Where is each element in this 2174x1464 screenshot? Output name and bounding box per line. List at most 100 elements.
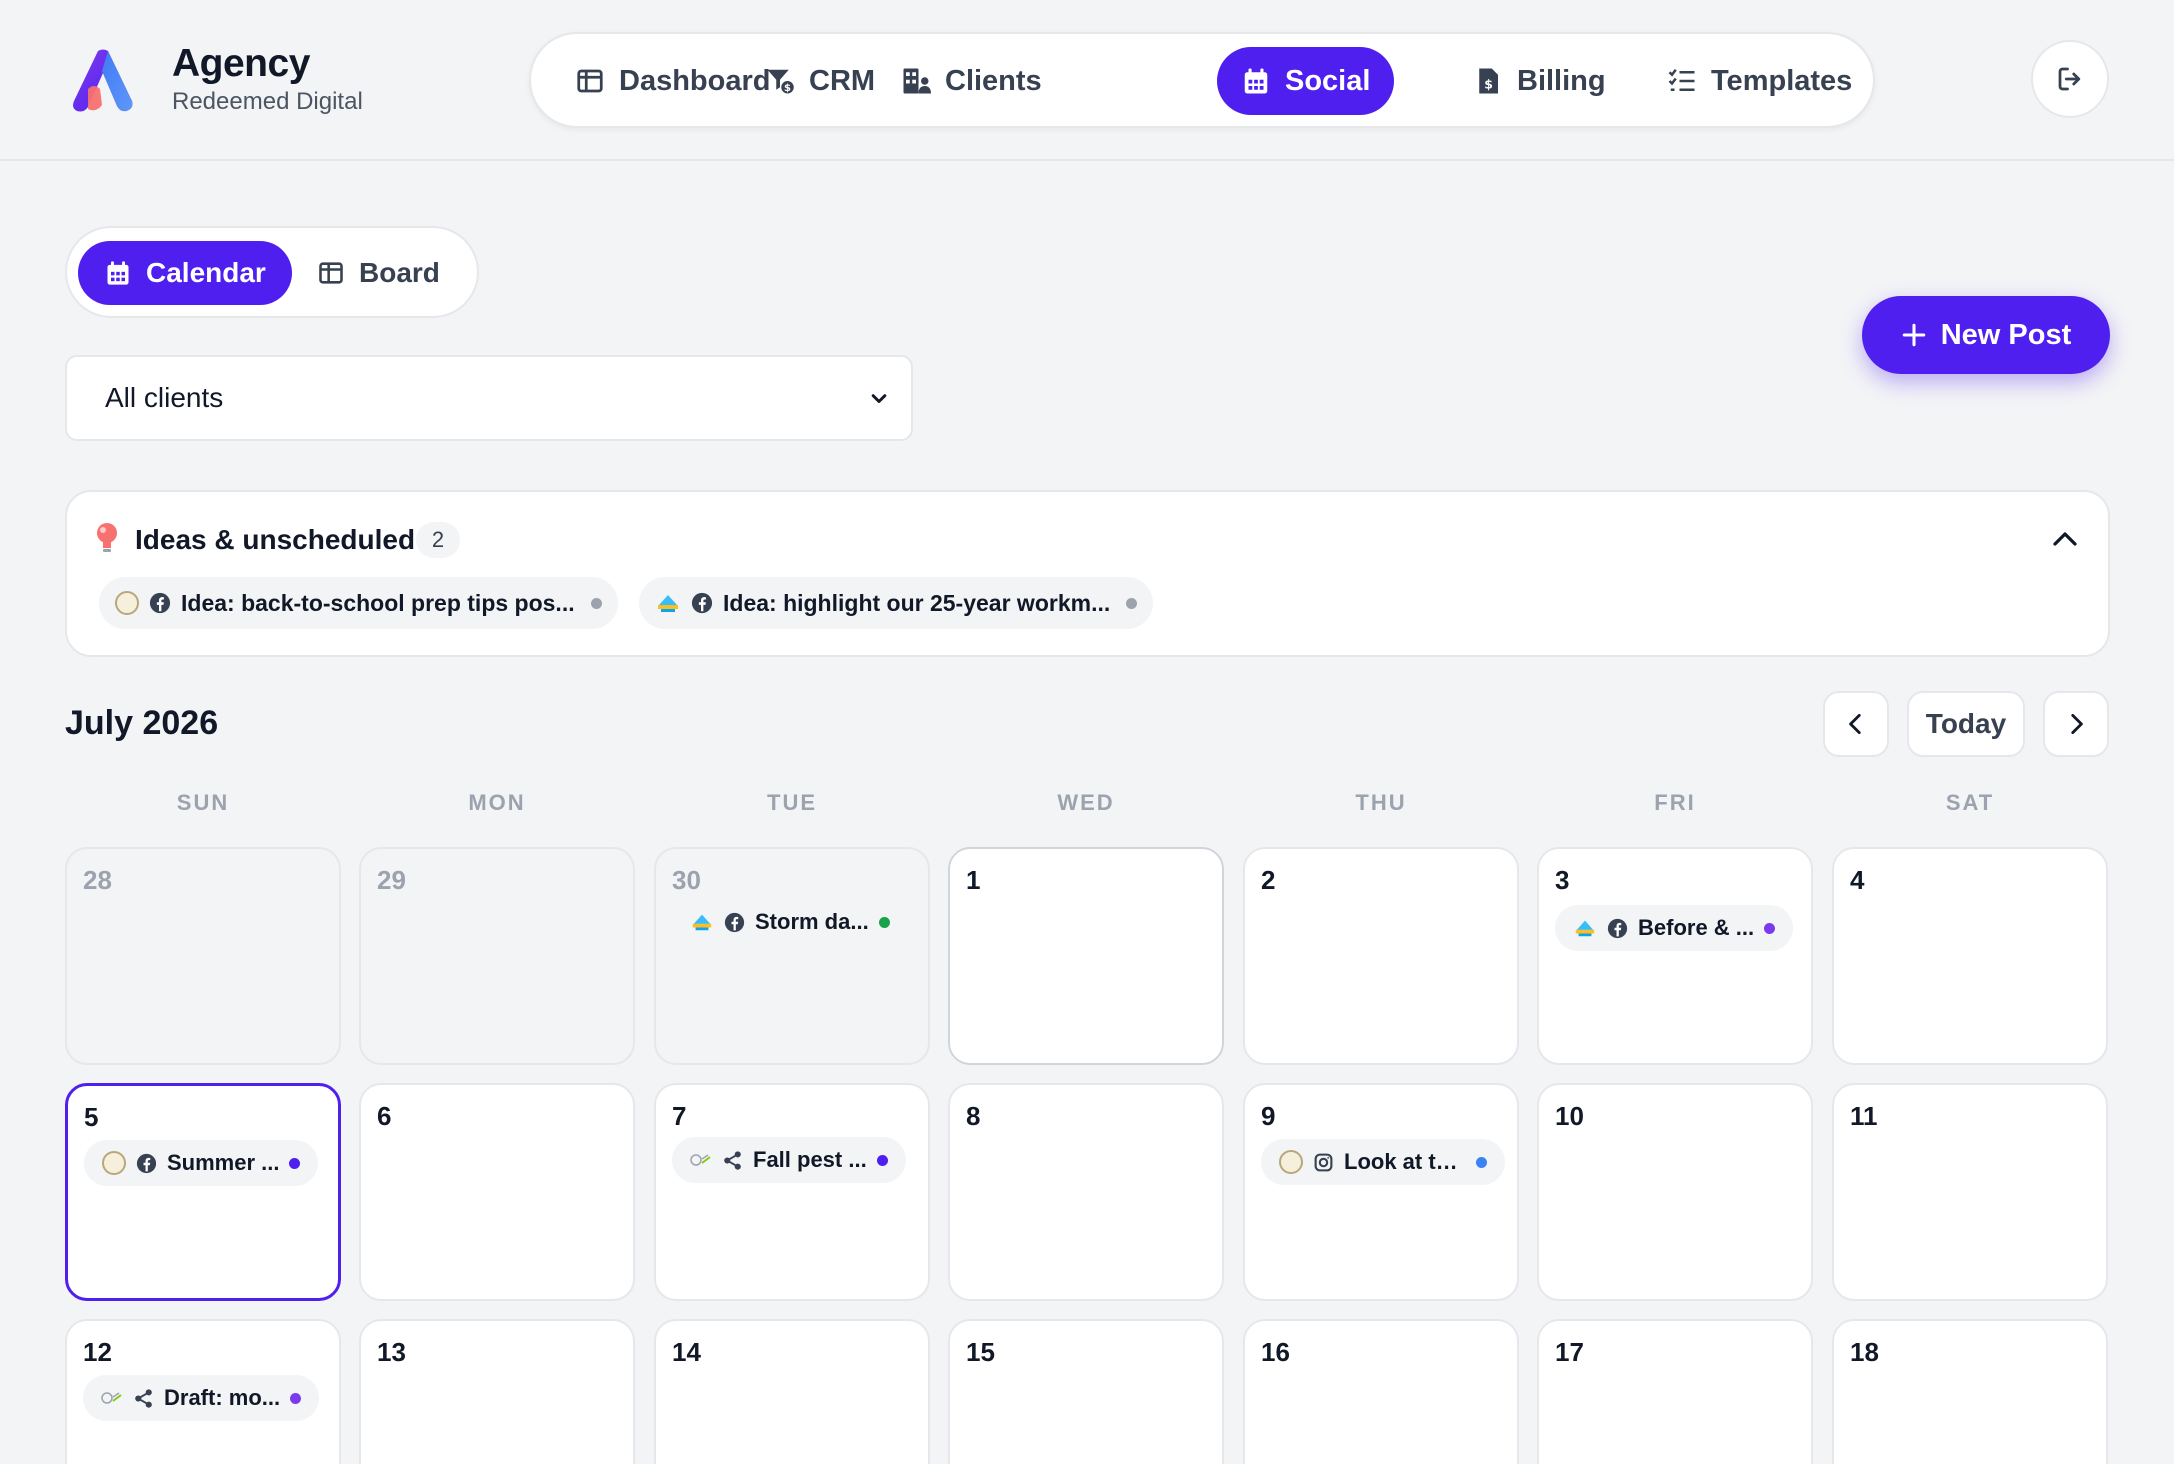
nav-billing[interactable]: $ Billing xyxy=(1449,47,1630,115)
calendar-day[interactable]: 1 xyxy=(948,847,1224,1065)
day-number: 18 xyxy=(1850,1337,1879,1367)
facebook-icon xyxy=(149,592,171,614)
post-chip[interactable]: Fall pest ... xyxy=(672,1137,906,1183)
day-number: 3 xyxy=(1555,865,1570,895)
facebook-icon xyxy=(724,912,745,933)
chevron-left-icon xyxy=(1843,711,1869,737)
client-avatar xyxy=(115,591,139,615)
new-post-button[interactable]: New Post xyxy=(1862,296,2110,374)
chevron-down-icon xyxy=(869,389,889,409)
nav-clients[interactable]: Clients xyxy=(877,47,1066,115)
calendar-day[interactable]: 6 xyxy=(359,1083,635,1301)
ideas-panel: Ideas & unscheduled 2 Idea: back-to-scho… xyxy=(65,490,2110,657)
calendar-day[interactable]: 9 Look at th... xyxy=(1243,1083,1519,1301)
post-chip-text: Summer ... xyxy=(167,1150,280,1175)
today-label: Today xyxy=(1925,708,2007,739)
previous-month-button[interactable] xyxy=(1823,691,1889,757)
calendar-day[interactable]: 29 xyxy=(359,847,635,1065)
post-chip[interactable]: Look at th... xyxy=(1261,1139,1505,1185)
post-chip-text: Draft: mo... xyxy=(164,1385,281,1410)
calendar-icon xyxy=(104,259,132,287)
client-filter-select[interactable]: All clients xyxy=(65,355,913,441)
building-user-icon xyxy=(901,66,931,96)
status-dot xyxy=(878,916,890,928)
facebook-icon xyxy=(691,592,713,614)
calendar-view-label: Calendar xyxy=(146,257,266,288)
chevron-up-icon[interactable] xyxy=(2050,524,2080,554)
nav-social[interactable]: Social xyxy=(1217,47,1395,115)
client-avatar xyxy=(102,1151,126,1175)
status-dot xyxy=(876,1154,888,1166)
calendar-view-tab[interactable]: Calendar xyxy=(78,241,292,305)
calendar-day[interactable]: 2 xyxy=(1243,847,1519,1065)
weekday-header: WED xyxy=(1057,790,1115,815)
instagram-icon xyxy=(1313,1152,1334,1173)
day-number: 7 xyxy=(672,1101,687,1131)
list-check-icon xyxy=(1667,66,1697,96)
day-number: 29 xyxy=(377,865,406,895)
post-chip[interactable]: Summer ... xyxy=(84,1140,319,1186)
day-number: 15 xyxy=(966,1337,995,1367)
month-title: July 2026 xyxy=(65,704,219,742)
post-chip[interactable]: Storm da... xyxy=(672,899,908,945)
post-chip-text: Fall pest ... xyxy=(753,1147,867,1172)
calendar-day[interactable]: 14 xyxy=(654,1319,930,1464)
calendar-day[interactable]: 4 xyxy=(1832,847,2108,1065)
today-button[interactable]: Today xyxy=(1907,691,2025,757)
nav-billing-label: Billing xyxy=(1517,64,1606,97)
funnel-dollar-icon: $ xyxy=(765,66,795,96)
calendar-day[interactable]: 8 xyxy=(948,1083,1224,1301)
new-post-label: New Post xyxy=(1940,318,2072,351)
day-number: 14 xyxy=(672,1337,701,1367)
calendar-day[interactable]: 12 Draft: mo... xyxy=(65,1319,341,1464)
nav-crm[interactable]: $ CRM xyxy=(741,47,899,115)
calendar-day[interactable]: 30 Storm da... xyxy=(654,847,930,1065)
ideas-count-badge: 2 xyxy=(416,522,460,558)
day-number: 11 xyxy=(1850,1101,1878,1131)
logout-button[interactable] xyxy=(2031,40,2109,118)
view-toggle: Calendar Board xyxy=(65,226,479,318)
svg-text:$: $ xyxy=(1484,77,1493,92)
weekday-header: MON xyxy=(468,790,526,815)
share-nodes-icon xyxy=(133,1388,154,1409)
calendar-day[interactable]: 28 xyxy=(65,847,341,1065)
client-logo-icon xyxy=(655,591,681,615)
board-icon xyxy=(317,259,345,287)
calendar-day[interactable]: 15 xyxy=(948,1319,1224,1464)
nav-templates-label: Templates xyxy=(1711,64,1853,97)
idea-chip[interactable]: Idea: highlight our 25-year workm... xyxy=(639,577,1154,629)
status-dot xyxy=(590,597,602,609)
post-chip-text: Storm da... xyxy=(755,909,869,934)
nav-templates[interactable]: Templates xyxy=(1643,47,1876,115)
calendar-day[interactable]: 13 xyxy=(359,1319,635,1464)
day-number: 16 xyxy=(1261,1337,1290,1367)
day-number: 10 xyxy=(1555,1101,1584,1131)
main-nav: Dashboard $ CRM Clients Social $ Billing xyxy=(529,32,1875,128)
calendar-day[interactable]: 3 Before & ... xyxy=(1537,847,1813,1065)
calendar-day[interactable]: 11 xyxy=(1832,1083,2108,1301)
post-chip[interactable]: Draft: mo... xyxy=(83,1375,320,1421)
calendar-day[interactable]: 10 xyxy=(1537,1083,1813,1301)
status-dot xyxy=(289,1157,301,1169)
idea-chip[interactable]: Idea: back-to-school prep tips pos... xyxy=(99,577,618,629)
brand-title: Agency xyxy=(172,42,310,85)
lightbulb-icon xyxy=(95,522,119,556)
calendar-day[interactable]: 17 xyxy=(1537,1319,1813,1464)
calendar-day[interactable]: 16 xyxy=(1243,1319,1519,1464)
agency-logo xyxy=(72,49,134,113)
weekday-header: SAT xyxy=(1945,790,1995,815)
calendar-day[interactable]: 7 Fall pest ... xyxy=(654,1083,930,1301)
svg-text:$: $ xyxy=(784,83,791,94)
status-dot xyxy=(1126,597,1138,609)
next-month-button[interactable] xyxy=(2043,691,2109,757)
nav-social-label: Social xyxy=(1285,64,1371,97)
calendar-day[interactable]: 18 xyxy=(1832,1319,2108,1464)
board-view-tab[interactable]: Board xyxy=(291,241,466,305)
day-number: 13 xyxy=(377,1337,406,1367)
status-dot xyxy=(1476,1156,1487,1168)
day-number: 17 xyxy=(1555,1337,1584,1367)
chevron-right-icon xyxy=(2063,711,2089,737)
calendar-day[interactable]: 5 Summer ... xyxy=(65,1083,341,1301)
post-chip[interactable]: Before & ... xyxy=(1555,905,1794,951)
nav-crm-label: CRM xyxy=(809,64,876,97)
